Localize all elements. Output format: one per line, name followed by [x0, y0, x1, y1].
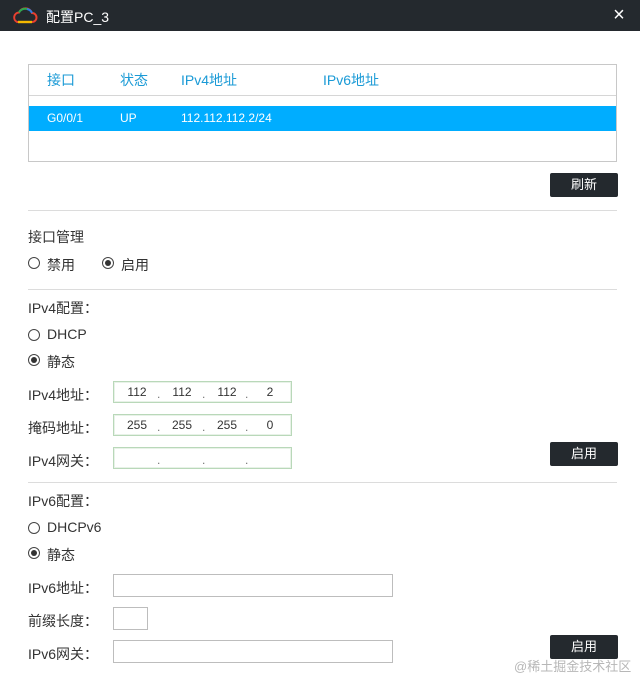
- octet-separator: .: [245, 387, 249, 401]
- divider: [28, 482, 617, 483]
- ipv4-address-octet-4[interactable]: 2: [249, 384, 291, 400]
- ipv6-section-title: IPv6配置：: [28, 493, 99, 509]
- title-bar: 配置PC_3 ×: [0, 0, 640, 31]
- ipv4-address-input[interactable]: 112 . 112 . 112 . 2: [113, 381, 292, 403]
- ipv4-static-label[interactable]: 静态: [47, 352, 75, 372]
- ipv4-section-title: IPv4配置：: [28, 300, 99, 316]
- gateway-octet-3[interactable]: [206, 450, 248, 466]
- mask-octet-4[interactable]: 0: [249, 417, 291, 433]
- disable-radio[interactable]: [28, 257, 40, 269]
- enable-radio[interactable]: [102, 257, 114, 269]
- interface-mgmt-title: 接口管理: [28, 229, 84, 245]
- column-header-interface: 接口: [47, 72, 75, 88]
- column-header-ipv6: IPv6地址: [323, 72, 380, 88]
- column-header-status: 状态: [120, 72, 148, 88]
- gateway-octet-4[interactable]: [249, 450, 291, 466]
- ipv6-static-label[interactable]: 静态: [47, 545, 75, 565]
- cloud-icon: [13, 7, 38, 24]
- cell-interface-name: G0/0/1: [47, 111, 84, 125]
- cell-ipv4: 112.112.112.2/24: [181, 111, 272, 125]
- column-header-ipv4: IPv4地址: [181, 72, 238, 88]
- mask-octet-1[interactable]: 255: [116, 417, 158, 433]
- interface-table: 接口 状态 IPv4地址 IPv6地址 G0/0/1 UP 112.112.11…: [28, 64, 617, 162]
- octet-separator: .: [157, 453, 161, 467]
- divider: [28, 210, 617, 211]
- mask-input[interactable]: 255 . 255 . 255 . 0: [113, 414, 292, 436]
- ipv4-dhcp-label[interactable]: DHCP: [47, 326, 87, 342]
- disable-label[interactable]: 禁用: [47, 255, 75, 275]
- ipv4-address-label: IPv4地址：: [28, 387, 99, 403]
- mask-label: 掩码地址：: [28, 420, 98, 436]
- ipv4-address-octet-1[interactable]: 112: [116, 384, 158, 400]
- ipv6-gateway-input[interactable]: [113, 640, 393, 663]
- cell-status: UP: [120, 111, 137, 125]
- interface-table-header: 接口 状态 IPv4地址 IPv6地址: [29, 65, 616, 96]
- octet-separator: .: [245, 453, 249, 467]
- ipv6-static-radio[interactable]: [28, 547, 40, 559]
- ipv4-apply-button[interactable]: 启用: [550, 442, 618, 466]
- watermark: @稀土掘金技术社区: [514, 659, 632, 674]
- ipv4-gateway-label: IPv4网关：: [28, 453, 99, 469]
- ipv6-dhcp-label[interactable]: DHCPv6: [47, 519, 101, 535]
- divider: [28, 289, 617, 290]
- mask-octet-3[interactable]: 255: [206, 417, 248, 433]
- octet-separator: .: [157, 387, 161, 401]
- ipv4-static-radio[interactable]: [28, 354, 40, 366]
- gateway-octet-1[interactable]: [116, 450, 158, 466]
- close-icon[interactable]: ×: [610, 5, 628, 25]
- ipv4-gateway-input[interactable]: . . .: [113, 447, 292, 469]
- refresh-button[interactable]: 刷新: [550, 173, 618, 197]
- window-title: 配置PC_3: [46, 9, 110, 25]
- enable-label[interactable]: 启用: [121, 255, 149, 275]
- ipv6-dhcp-radio[interactable]: [28, 522, 40, 534]
- octet-separator: .: [202, 420, 206, 434]
- ipv4-address-octet-3[interactable]: 112: [206, 384, 248, 400]
- prefix-length-input[interactable]: [113, 607, 148, 630]
- gateway-octet-2[interactable]: [161, 450, 203, 466]
- octet-separator: .: [202, 387, 206, 401]
- ipv4-address-octet-2[interactable]: 112: [161, 384, 203, 400]
- octet-separator: .: [202, 453, 206, 467]
- ipv6-address-input[interactable]: [113, 574, 393, 597]
- mask-octet-2[interactable]: 255: [161, 417, 203, 433]
- ipv6-gateway-label: IPv6网关：: [28, 646, 99, 662]
- table-row[interactable]: G0/0/1 UP 112.112.112.2/24: [29, 106, 616, 131]
- octet-separator: .: [245, 420, 249, 434]
- ipv4-dhcp-radio[interactable]: [28, 329, 40, 341]
- ipv6-address-label: IPv6地址：: [28, 580, 99, 596]
- prefix-length-label: 前缀长度：: [28, 613, 98, 629]
- octet-separator: .: [157, 420, 161, 434]
